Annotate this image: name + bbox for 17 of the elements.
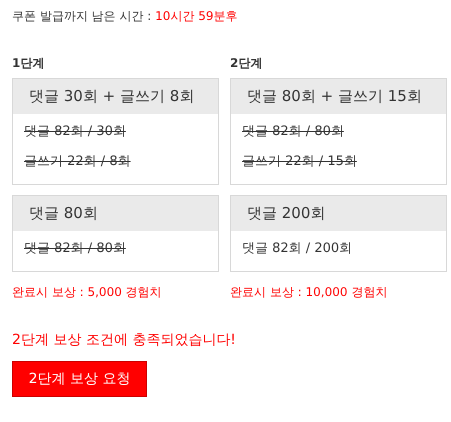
stage-label: 1단계 [12, 55, 46, 72]
progress-text: 댓글 82회 / 80회 [242, 123, 345, 140]
progress-text: 댓글 82회 / 80회 [24, 240, 127, 257]
progress-text: 글쓰기 22회 / 8회 [24, 153, 132, 170]
reward-text: 완료시 보상 : 5,000 경험치 [12, 284, 163, 301]
progress-text: 글쓰기 22회 / 15회 [242, 153, 358, 170]
mission-title: 댓글 80회 [13, 196, 218, 231]
stage-label: 2단계 [230, 55, 264, 72]
mission-title: 댓글 200회 [231, 196, 446, 231]
mission-title: 댓글 30회 + 글쓰기 8회 [13, 79, 218, 114]
countdown-text: 쿠폰 발급까지 남은 시간 : 10시간 59분후 [12, 8, 238, 25]
status-message: 2단계 보상 조건에 충족되었습니다! [12, 331, 237, 349]
mission-title: 댓글 80회 + 글쓰기 15회 [231, 79, 446, 114]
progress-text: 댓글 82회 / 200회 [242, 240, 354, 257]
reward-text: 완료시 보상 : 10,000 경험치 [230, 284, 388, 301]
progress-text: 댓글 82회 / 30회 [24, 123, 127, 140]
reward-request-button[interactable]: 2단계 보상 요청 [12, 361, 147, 397]
